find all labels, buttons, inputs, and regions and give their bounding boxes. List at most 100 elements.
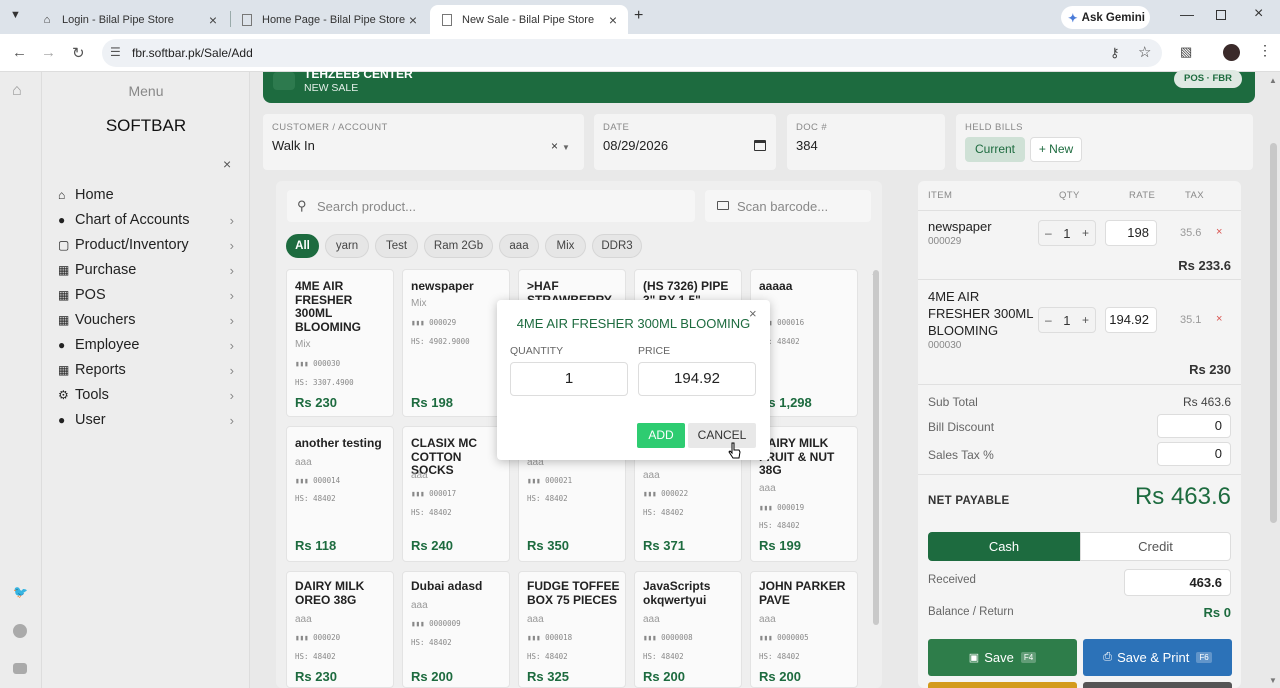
save-button[interactable]: ▣ Save F4 (928, 639, 1077, 676)
ask-gemini-button[interactable]: ✦ Ask Gemini (1061, 6, 1150, 29)
product-card[interactable]: 4ME AIR FRESHER 300ML BLOOMING Mix ▮▮▮ 0… (286, 269, 394, 417)
product-card[interactable]: another testing aaa ▮▮▮ 000014 HS: 48402… (286, 426, 394, 562)
barcode-icon: ▮▮▮ (759, 633, 778, 642)
received-input[interactable]: 463.6 (1124, 569, 1231, 596)
chevron-right-icon: › (229, 262, 234, 278)
reload-icon[interactable]: ↻ (72, 44, 85, 62)
scan-barcode-input[interactable]: Scan barcode... (737, 199, 828, 214)
category-chip-ram-2gb[interactable]: Ram 2Gb (424, 234, 493, 258)
quantity-input[interactable]: 1 (510, 362, 628, 396)
user-icon: ● (58, 213, 66, 227)
bill-discount-input[interactable]: 0 (1157, 414, 1231, 438)
page-scroll-down-icon[interactable]: ▼ (1269, 676, 1277, 685)
forward-arrow-icon[interactable]: → (41, 44, 56, 61)
product-card[interactable]: FUDGE TOFFEE BOX 75 PIECES aaa ▮▮▮ 00001… (518, 571, 626, 688)
chevron-right-icon: › (229, 237, 234, 253)
barcode-icon: ▮▮▮ (295, 359, 314, 368)
sidebar-item-chart-of-accounts[interactable]: ● Chart of Accounts › (58, 209, 234, 231)
product-card[interactable]: newspaper Mix ▮▮▮ 000029 HS: 4902.9000 R… (402, 269, 510, 417)
sidebar-item-vouchers[interactable]: ▦ Vouchers › (58, 309, 234, 331)
qty-column-header: QTY (1059, 190, 1080, 201)
maximize-icon[interactable] (1216, 10, 1226, 20)
cash-tab[interactable]: Cash (928, 532, 1080, 561)
facebook-icon[interactable] (13, 624, 27, 638)
category-chip-aaa[interactable]: aaa (499, 234, 539, 258)
search-input[interactable]: Search product... (317, 199, 416, 214)
sidebar-close-icon[interactable]: × (223, 156, 231, 172)
price-input[interactable]: 194.92 (638, 362, 756, 396)
minus-icon[interactable]: – (1045, 313, 1052, 327)
page-scroll-up-icon[interactable]: ▲ (1269, 76, 1277, 85)
rate-input[interactable]: 198 (1105, 220, 1157, 246)
rate-input[interactable]: 194.92 (1105, 307, 1157, 333)
site-info-icon[interactable]: ☰ (110, 45, 121, 59)
profile-avatar[interactable] (1223, 44, 1240, 61)
tab-login[interactable]: ⌂ Login - Bilal Pipe Store × (30, 5, 228, 34)
product-card[interactable]: DAIRY MILK OREO 38G aaa ▮▮▮ 000020 HS: 4… (286, 571, 394, 688)
current-bill-button[interactable]: Current (965, 137, 1025, 162)
sidebar-item-home[interactable]: ⌂ Home (58, 184, 234, 206)
password-key-icon[interactable]: ⚷ (1110, 45, 1120, 61)
tab-new-sale[interactable]: New Sale - Bilal Pipe Store × (430, 5, 628, 34)
hold-button[interactable] (928, 682, 1077, 688)
category-chip-test[interactable]: Test (375, 234, 418, 258)
chevron-down-icon[interactable]: ▼ (562, 143, 570, 152)
minimize-icon[interactable]: — (1180, 6, 1194, 22)
cancel-button[interactable]: CANCEL (688, 423, 756, 448)
quantity-stepper[interactable]: – 1 + (1038, 307, 1096, 333)
clear-button[interactable] (1083, 682, 1232, 688)
quantity-stepper[interactable]: – 1 + (1038, 220, 1096, 246)
sidebar-item-reports[interactable]: ▦ Reports › (58, 359, 234, 381)
category-chip-yarn[interactable]: yarn (325, 234, 369, 258)
product-scrollbar[interactable] (873, 270, 879, 625)
sidebar-item-tools[interactable]: ⚙ Tools › (58, 384, 234, 406)
customer-select[interactable]: Walk In (272, 138, 315, 153)
close-icon[interactable]: × (749, 306, 757, 321)
product-card[interactable]: JOHN PARKER PAVE aaa ▮▮▮ 0000005 HS: 484… (750, 571, 858, 688)
tab-home-page[interactable]: Home Page - Bilal Pipe Store × (230, 5, 428, 34)
product-card[interactable]: Dubai adasd aaa ▮▮▮ 0000009 HS: 48402 Rs… (402, 571, 510, 688)
remove-item-icon[interactable]: × (1216, 313, 1222, 325)
minus-icon[interactable]: – (1045, 226, 1052, 240)
plus-icon[interactable]: + (1082, 226, 1089, 240)
back-arrow-icon[interactable]: ← (12, 44, 27, 61)
category-chip-ddr3[interactable]: DDR3 (592, 234, 642, 258)
clear-customer-icon[interactable]: × (551, 139, 558, 153)
bookmark-star-icon[interactable]: ☆ (1138, 43, 1151, 61)
user-icon: ● (58, 338, 66, 352)
plus-icon[interactable]: + (1082, 313, 1089, 327)
product-card[interactable]: JavaScripts okqwertyui aaa ▮▮▮ 0000008 H… (634, 571, 742, 688)
close-icon[interactable]: × (406, 12, 420, 28)
date-label: DATE (603, 122, 630, 133)
sidebar-item-user[interactable]: ● User › (58, 409, 234, 431)
category-chip-mix[interactable]: Mix (545, 234, 586, 258)
sales-tax-input[interactable]: 0 (1157, 442, 1231, 466)
home-icon[interactable]: ⌂ (12, 82, 22, 100)
tab-list-chevron-icon[interactable]: ▼ (10, 9, 21, 21)
sidebar-item-employee[interactable]: ● Employee › (58, 334, 234, 356)
sales-tax-label: Sales Tax % (928, 448, 994, 462)
close-icon[interactable]: × (206, 12, 220, 28)
product-card[interactable]: CLASIX MC COTTON SOCKS aaa ▮▮▮ 000017 HS… (402, 426, 510, 562)
sidebar-item-pos[interactable]: ▦ POS › (58, 284, 234, 306)
sidebar-item-product-inventory[interactable]: ▢ Product/Inventory › (58, 234, 234, 256)
page-scrollbar[interactable] (1270, 143, 1277, 523)
calendar-icon[interactable] (754, 140, 766, 151)
new-bill-button[interactable]: + New (1030, 137, 1082, 162)
add-button[interactable]: ADD (637, 423, 685, 448)
new-tab-plus-icon[interactable]: + (634, 7, 643, 25)
date-field[interactable]: 08/29/2026 (603, 138, 668, 153)
browser-menu-icon[interactable]: ⋮ (1258, 42, 1272, 59)
credit-tab[interactable]: Credit (1080, 532, 1231, 561)
url-text[interactable]: fbr.softbar.pk/Sale/Add (132, 46, 253, 60)
remove-item-icon[interactable]: × (1216, 226, 1222, 238)
youtube-icon[interactable] (13, 663, 27, 674)
save-and-print-button[interactable]: ⎙ Save & Print F6 (1083, 639, 1232, 676)
sidebar-item-purchase[interactable]: ▦ Purchase › (58, 259, 234, 281)
close-icon[interactable]: × (606, 12, 620, 28)
omnibox[interactable] (102, 39, 1162, 67)
twitter-icon[interactable]: 🐦 (13, 585, 28, 599)
close-window-icon[interactable]: × (1254, 5, 1263, 23)
category-chip-all[interactable]: All (286, 234, 319, 258)
extensions-icon[interactable]: ▧ (1180, 44, 1192, 60)
